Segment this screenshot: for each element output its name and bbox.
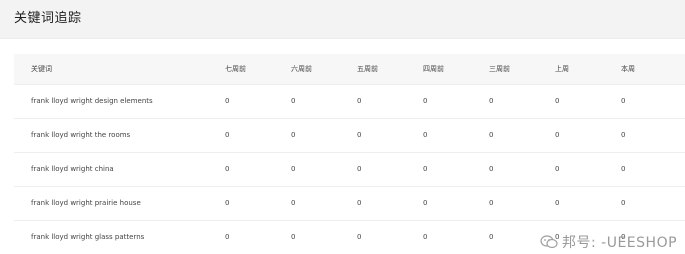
keyword-cell: frank lloyd wright the rooms [31, 131, 131, 139]
keyword-tracking-card: 关键词 七周前 六周前 五周前 四周前 三周前 上周 本周 frank lloy… [14, 54, 685, 253]
value-cell: 0 [621, 165, 626, 173]
wechat-icon [540, 235, 558, 249]
watermark: 邦号: -UEESHOP [540, 232, 677, 252]
value-cell: 0 [291, 199, 296, 207]
column-header-this-week: 本周 [621, 64, 635, 73]
table-header: 关键词 七周前 六周前 五周前 四周前 三周前 上周 本周 [14, 54, 685, 84]
value-cell: 0 [423, 165, 428, 173]
table-row: frank lloyd wright china 0 0 0 0 0 0 0 [14, 152, 685, 186]
value-cell: 0 [489, 131, 494, 139]
value-cell: 0 [291, 165, 296, 173]
value-cell: 0 [423, 97, 428, 105]
value-cell: 0 [621, 131, 626, 139]
page-header: 关键词追踪 [0, 0, 685, 39]
value-cell: 0 [357, 131, 362, 139]
value-cell: 0 [489, 199, 494, 207]
keyword-cell: frank lloyd wright prairie house [31, 199, 141, 207]
value-cell: 0 [291, 97, 296, 105]
value-cell: 0 [225, 199, 230, 207]
value-cell: 0 [555, 165, 560, 173]
value-cell: 0 [357, 233, 362, 242]
value-cell: 0 [555, 199, 560, 207]
column-header-4-weeks-ago: 四周前 [423, 64, 444, 73]
value-cell: 0 [621, 199, 626, 207]
column-header-6-weeks-ago: 六周前 [291, 64, 312, 73]
value-cell: 0 [423, 233, 428, 242]
table-row: frank lloyd wright design elements 0 0 0… [14, 84, 685, 118]
value-cell: 0 [357, 97, 362, 105]
column-header-3-weeks-ago: 三周前 [489, 64, 510, 73]
value-cell: 0 [357, 165, 362, 173]
keyword-cell: frank lloyd wright design elements [31, 97, 153, 105]
value-cell: 0 [423, 131, 428, 139]
column-header-last-week: 上周 [555, 64, 569, 73]
value-cell: 0 [621, 97, 626, 105]
column-header-5-weeks-ago: 五周前 [357, 64, 378, 73]
value-cell: 0 [225, 131, 230, 139]
table-header-row: 关键词 七周前 六周前 五周前 四周前 三周前 上周 本周 [14, 54, 685, 84]
value-cell: 0 [555, 131, 560, 139]
value-cell: 0 [291, 131, 296, 139]
keyword-cell: frank lloyd wright glass patterns [31, 233, 145, 242]
keyword-table: 关键词 七周前 六周前 五周前 四周前 三周前 上周 本周 frank lloy… [14, 54, 685, 254]
value-cell: 0 [225, 165, 230, 173]
value-cell: 0 [555, 97, 560, 105]
value-cell: 0 [225, 233, 230, 242]
column-header-7-weeks-ago: 七周前 [225, 64, 246, 73]
value-cell: 0 [291, 233, 296, 242]
table-row: frank lloyd wright the rooms 0 0 0 0 0 0… [14, 118, 685, 152]
watermark-text: 邦号: -UEESHOP [562, 235, 678, 251]
value-cell: 0 [357, 199, 362, 207]
keyword-cell: frank lloyd wright china [31, 165, 114, 173]
value-cell: 0 [423, 199, 428, 207]
table-row: frank lloyd wright prairie house 0 0 0 0… [14, 186, 685, 220]
value-cell: 0 [489, 165, 494, 173]
page-title: 关键词追踪 [14, 11, 82, 26]
table-body: frank lloyd wright design elements 0 0 0… [14, 84, 685, 254]
value-cell: 0 [489, 97, 494, 105]
value-cell: 0 [225, 97, 230, 105]
column-header-keyword: 关键词 [31, 64, 52, 73]
